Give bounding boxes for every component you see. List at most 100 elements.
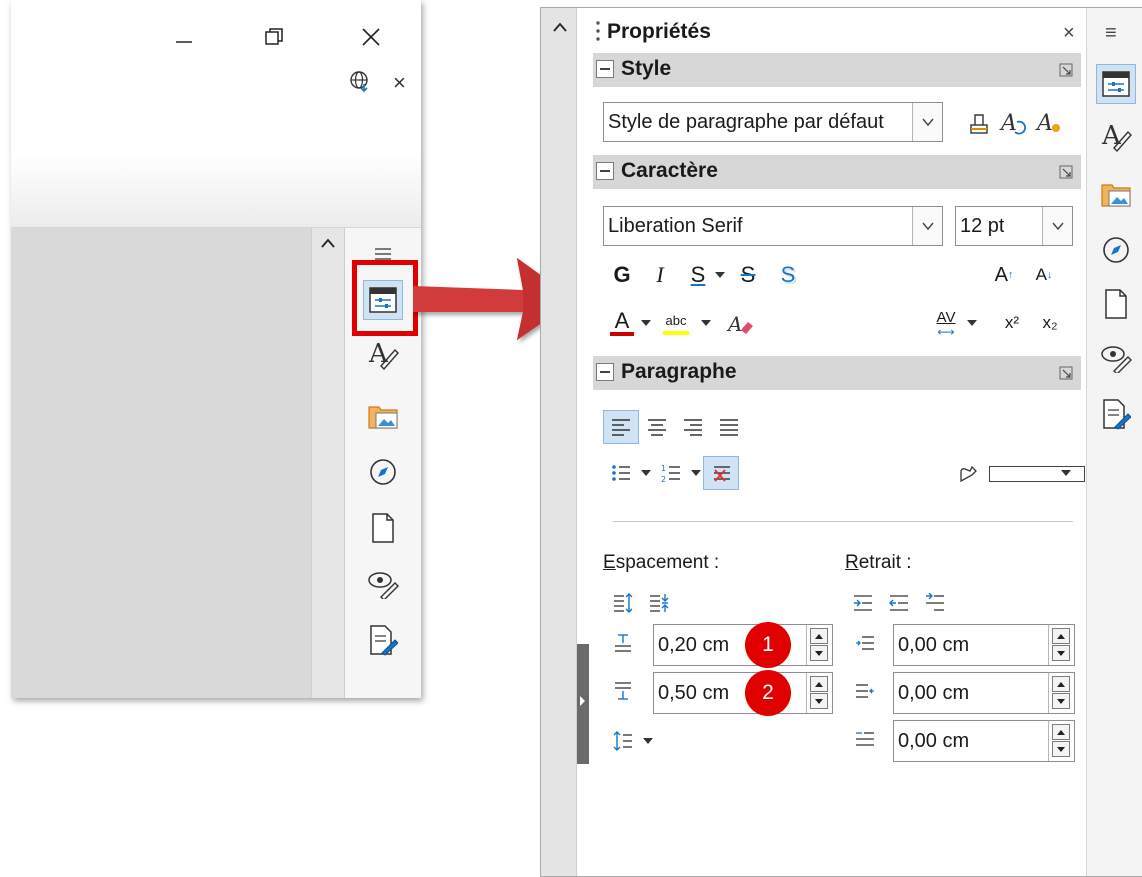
clear-formatting-icon[interactable]: A [723,306,757,340]
font-color-button[interactable]: A [607,306,637,340]
align-left-icon[interactable] [603,410,639,444]
restore-icon[interactable] [259,22,289,52]
hanging-indent-icon[interactable] [917,586,953,620]
spin-down-icon[interactable] [1052,645,1070,661]
collapse-icon[interactable] [596,363,614,381]
numbered-list-dropdown[interactable] [689,456,703,490]
globe-icon[interactable] [349,70,371,97]
style-section-header[interactable]: Style [593,53,1081,87]
bold-button[interactable]: G [607,258,637,292]
notice-close-button[interactable]: × [393,70,406,96]
align-center-icon[interactable] [639,410,675,444]
manage-changes-tab-icon[interactable] [1096,394,1136,434]
navigator-tab-icon[interactable] [1096,230,1136,270]
underline-button[interactable]: S [683,258,713,292]
increase-spacing-icon[interactable] [605,586,641,620]
bullet-list-icon[interactable] [603,456,639,490]
superscript-button[interactable]: x² [997,306,1027,340]
more-options-icon[interactable] [1059,63,1073,82]
spin-down-icon[interactable] [1052,741,1070,757]
properties-tab-icon[interactable] [1096,64,1136,104]
spin-up-icon[interactable] [810,676,828,692]
document-area[interactable] [11,228,311,698]
font-name-combobox[interactable]: Liberation Serif [603,206,943,246]
page-tab-icon[interactable] [1096,284,1136,324]
drag-handle-icon[interactable] [595,20,601,47]
spin-down-icon[interactable] [810,693,828,709]
page-tab-icon[interactable] [363,508,403,548]
collapse-grip-handle[interactable] [577,644,589,764]
spin-up-icon[interactable] [1052,724,1070,740]
font-name-value: Liberation Serif [608,215,743,237]
dropdown-arrow-icon [691,470,701,476]
after-indent-spinbox[interactable]: 0,00 cm [893,672,1075,714]
scroll-up-icon[interactable] [553,20,567,38]
numbered-list-icon[interactable]: 12 [653,456,689,490]
line-spacing-dropdown[interactable] [641,724,655,758]
vertical-scrollbar[interactable] [311,228,344,698]
update-style-icon[interactable]: A [997,105,1029,139]
first-line-indent-value: 0,00 cm [898,730,970,752]
more-options-icon[interactable] [1059,165,1073,184]
chevron-down-icon[interactable] [1042,207,1072,245]
minimize-icon[interactable] [169,22,199,52]
align-justify-icon[interactable] [711,410,747,444]
paragraph-style-combobox[interactable]: Style de paragraphe par défaut [603,102,943,142]
sidebar-menu-icon[interactable]: ≡ [1105,22,1117,45]
highlight-dropdown[interactable] [699,306,713,340]
dropdown-arrow-icon [967,320,977,326]
fill-format-icon[interactable] [963,105,995,139]
styles-tab-icon[interactable]: A [1096,116,1136,156]
align-right-icon[interactable] [675,410,711,444]
font-size-combobox[interactable]: 12 pt [955,206,1073,246]
spin-up-icon[interactable] [810,628,828,644]
paragraph-background-icon[interactable] [951,456,987,490]
panel-scroll-gutter[interactable] [541,8,577,876]
collapse-icon[interactable] [596,60,614,78]
above-spacing-spinbox[interactable]: 0,20 cm [653,624,833,666]
before-indent-spinbox[interactable]: 0,00 cm [893,624,1075,666]
character-spacing-button[interactable]: AV ⟷ [929,306,963,340]
paragraph-section-header[interactable]: Paragraphe [593,356,1081,390]
background-color-dropdown[interactable] [1059,456,1073,490]
close-icon[interactable] [356,22,386,52]
subscript-button[interactable]: x₂ [1035,306,1065,340]
highlight-button[interactable]: abc [659,306,693,340]
underline-dropdown[interactable] [713,258,727,292]
below-spacing-spinbox[interactable]: 0,50 cm [653,672,833,714]
spin-down-icon[interactable] [1052,693,1070,709]
navigator-tab-icon[interactable] [363,452,403,492]
first-line-indent-spinbox[interactable]: 0,00 cm [893,720,1075,762]
style-inspector-tab-icon[interactable] [363,564,403,604]
style-inspector-tab-icon[interactable] [1096,338,1136,378]
svg-text:A: A [1035,111,1053,136]
font-color-dropdown[interactable] [639,306,653,340]
manage-changes-tab-icon[interactable] [363,620,403,660]
styles-tab-icon[interactable]: A [363,334,403,374]
strikethrough-button[interactable]: S [733,258,763,292]
spin-down-icon[interactable] [810,645,828,661]
new-style-icon[interactable]: A [1033,105,1065,139]
bullet-list-dropdown[interactable] [639,456,653,490]
spin-up-icon[interactable] [1052,676,1070,692]
gallery-tab-icon[interactable] [1096,174,1136,214]
decrease-spacing-icon[interactable] [641,586,677,620]
shrink-font-button[interactable]: A ↓ [1029,258,1059,292]
gallery-tab-icon[interactable] [363,396,403,436]
collapse-icon[interactable] [596,162,614,180]
character-spacing-dropdown[interactable] [965,306,979,340]
scroll-up-icon[interactable] [321,236,335,254]
decrease-indent-icon[interactable] [881,586,917,620]
no-list-icon[interactable] [703,456,739,490]
panel-close-button[interactable]: × [1063,22,1075,45]
grow-font-button[interactable]: A ↑ [989,258,1019,292]
chevron-down-icon[interactable] [912,103,942,141]
italic-button[interactable]: I [645,258,675,292]
line-spacing-icon[interactable] [605,724,641,758]
character-section-header[interactable]: Caractère [593,155,1081,189]
more-options-icon[interactable] [1059,366,1073,385]
spin-up-icon[interactable] [1052,628,1070,644]
increase-indent-icon[interactable] [845,586,881,620]
chevron-down-icon[interactable] [912,207,942,245]
shadow-button[interactable]: S [773,258,803,292]
